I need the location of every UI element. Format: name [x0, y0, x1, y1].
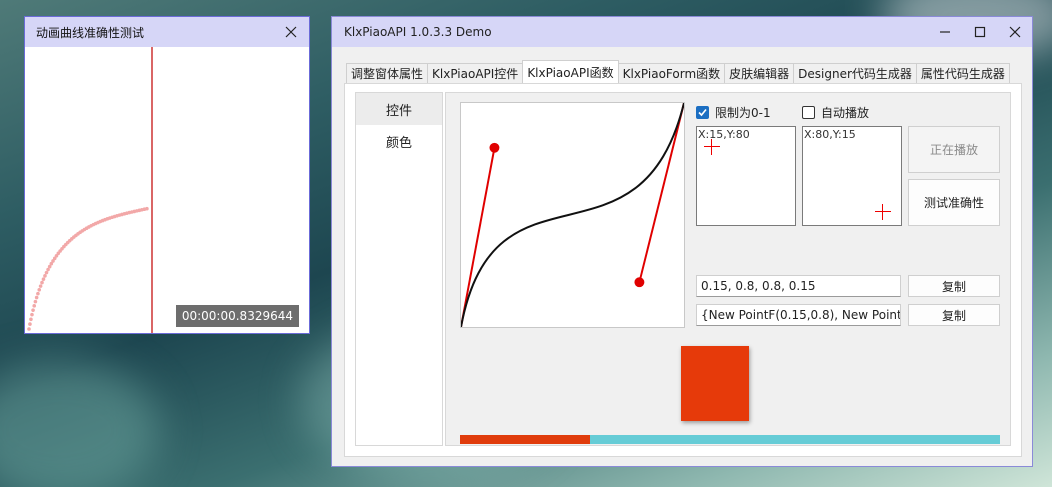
trace-dot: [27, 327, 31, 331]
trace-dot: [31, 308, 35, 312]
trace-dot: [29, 317, 33, 322]
tab-form-functions[interactable]: KlxPiaoForm函数: [617, 63, 726, 83]
small-window-title: 动画曲线准确性测试: [36, 25, 145, 40]
trace-dot: [30, 312, 34, 317]
limit-checkbox-label: 限制为0-1: [715, 106, 771, 120]
animation-trace-canvas: [27, 47, 153, 333]
small-close-button[interactable]: [273, 17, 309, 47]
close-icon: [285, 26, 297, 38]
trace-dot: [40, 280, 44, 285]
animated-square: [681, 346, 749, 421]
close-icon: [1009, 26, 1020, 38]
playing-button[interactable]: 正在播放: [908, 126, 1000, 173]
main-title-bar: KlxPiaoAPI 1.0.3.3 Demo: [332, 17, 1032, 47]
trace-dot: [36, 291, 40, 296]
maximize-icon: [974, 26, 985, 38]
progress-bar: [460, 435, 1000, 444]
check-icon: [696, 106, 709, 119]
tab-adjust-form[interactable]: 调整窗体属性: [346, 63, 429, 83]
content-area: 限制为0-1 自动播放 X:15,Y:80 X:80,Y:15 正在播放 测试准…: [445, 92, 1011, 446]
point2-label: X:80,Y:15: [804, 128, 856, 141]
bezier-curve-editor[interactable]: [460, 102, 685, 328]
trace-dot: [145, 206, 149, 211]
maximize-button[interactable]: [962, 17, 997, 47]
demo-main-window: KlxPiaoAPI 1.0.3.3 Demo 调整窗体属性 KlxPiaoAP…: [331, 16, 1033, 467]
test-accuracy-button[interactable]: 测试准确性: [908, 179, 1000, 226]
crosshair-icon: [704, 139, 720, 155]
autoplay-checkbox[interactable]: 自动播放: [802, 104, 869, 121]
tab-property-codegen[interactable]: 属性代码生成器: [915, 63, 1010, 83]
code-field[interactable]: {New PointF(0.15,0.8), New PointF(0.8,0.…: [696, 304, 901, 326]
trace-dot: [38, 284, 43, 288]
unchecked-box-icon: [802, 106, 815, 119]
small-title-bar: 动画曲线准确性测试: [25, 17, 309, 47]
minimize-icon: [939, 31, 950, 33]
trace-dot: [28, 322, 32, 326]
side-list: 控件 颜色: [355, 92, 443, 446]
trace-dot: [32, 304, 37, 308]
trace-dot: [44, 270, 49, 275]
trace-dot: [37, 288, 42, 292]
point2-pad[interactable]: X:80,Y:15: [802, 126, 902, 226]
elapsed-timer: 00:00:00.8329644: [175, 305, 299, 327]
animation-test-window: 动画曲线准确性测试 00:00:00.8329644: [24, 16, 310, 334]
tab-functions[interactable]: KlxPiaoAPI函数: [522, 60, 619, 83]
control-point-1[interactable]: [489, 142, 500, 153]
trace-dot: [33, 299, 38, 304]
tab-skin-editor[interactable]: 皮肤编辑器: [724, 63, 795, 83]
values-field[interactable]: 0.15, 0.8, 0.8, 0.15: [696, 275, 901, 297]
progress-fill: [460, 435, 590, 444]
copy-code-button[interactable]: 复制: [908, 304, 1000, 326]
trace-dot: [43, 274, 47, 278]
easing-curve: [461, 103, 684, 327]
trace-dot: [41, 277, 46, 281]
close-button[interactable]: [997, 17, 1032, 47]
tab-strip: 调整窗体属性 KlxPiaoAPI控件 KlxPiaoAPI函数 KlxPiao…: [346, 60, 1010, 83]
tab-controls[interactable]: KlxPiaoAPI控件: [427, 63, 524, 83]
handle-line-2: [638, 103, 684, 283]
handle-line-1: [461, 147, 496, 327]
point1-pad[interactable]: X:15,Y:80: [696, 126, 796, 226]
minimize-button[interactable]: [927, 17, 962, 47]
control-point-2[interactable]: [634, 277, 645, 288]
autoplay-checkbox-label: 自动播放: [821, 106, 870, 120]
limit-checkbox[interactable]: 限制为0-1: [696, 104, 771, 121]
tab-panel: 控件 颜色 限制为0-1 自动播放 X:15,Y:80 X:80,Y:15 正在…: [344, 83, 1022, 457]
tab-designer-codegen[interactable]: Designer代码生成器: [793, 63, 917, 83]
main-window-title: KlxPiaoAPI 1.0.3.3 Demo: [344, 25, 492, 39]
copy-values-button[interactable]: 复制: [908, 275, 1000, 297]
trace-dot: [34, 295, 39, 300]
side-item-controls[interactable]: 控件: [356, 93, 442, 125]
side-item-colors[interactable]: 颜色: [356, 125, 442, 157]
trace-dots: [27, 206, 149, 331]
crosshair-icon: [875, 204, 891, 220]
